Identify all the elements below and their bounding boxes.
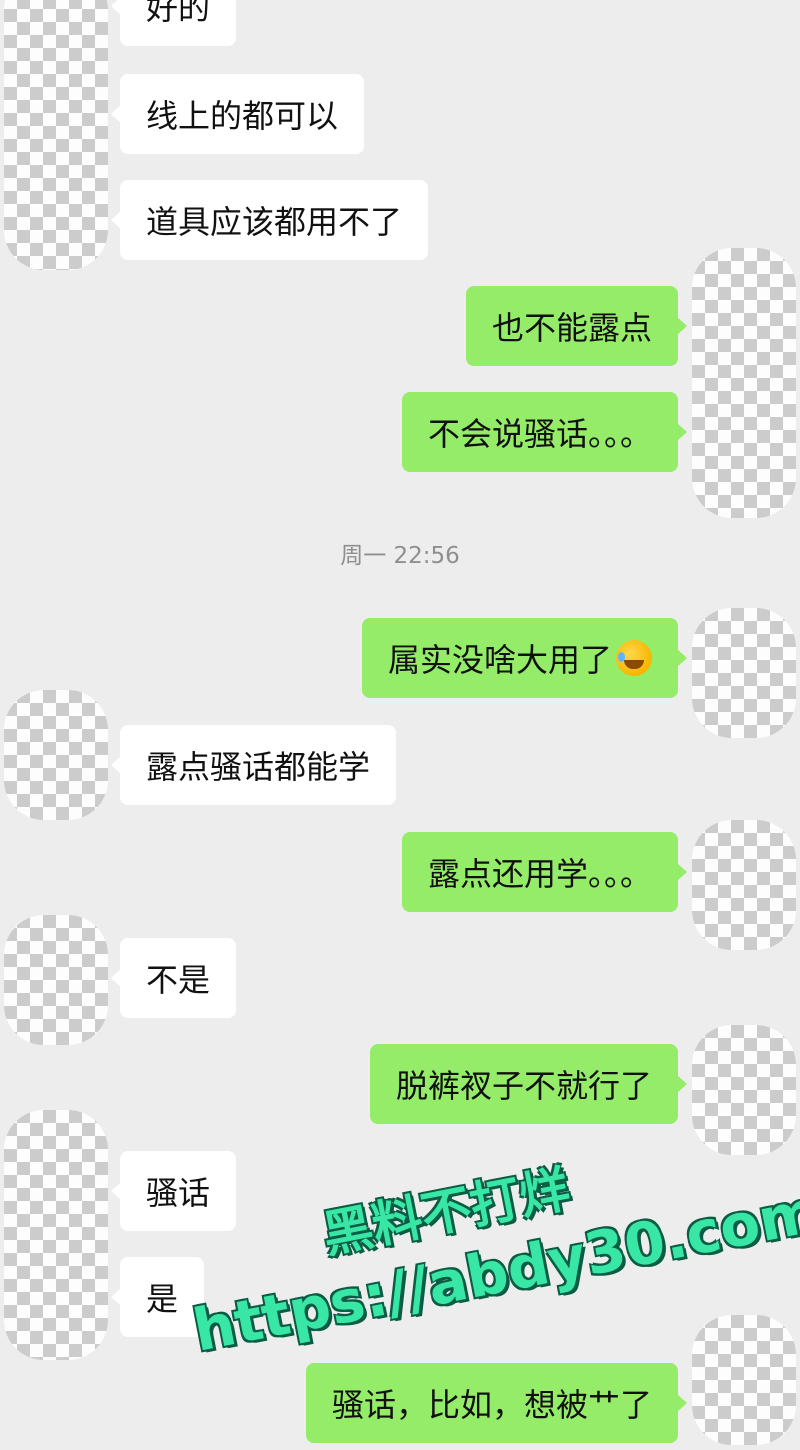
message-text: 骚话 (146, 1174, 211, 1212)
contact-avatar[interactable] (4, 915, 108, 1045)
message-text: 露点骚话都能学 (146, 748, 371, 786)
outgoing-message-bubble[interactable]: 属实没啥大用了 (361, 618, 688, 698)
incoming-message-bubble[interactable]: 不是 (110, 938, 237, 1018)
own-avatar[interactable] (692, 248, 796, 518)
incoming-message-bubble[interactable]: 线上的都可以 (110, 74, 365, 154)
outgoing-message-bubble[interactable]: 也不能露点 (465, 286, 688, 366)
chat-view: 好的 线上的都可以 道具应该都用不了 也不能露点 不会说骚话。。。 周一 22:… (0, 0, 800, 1445)
own-avatar[interactable] (692, 608, 796, 738)
laughing-crying-emoji-icon (616, 640, 652, 676)
message-text: 不会说骚话。。。 (427, 415, 652, 453)
message-text: 线上的都可以 (146, 97, 339, 135)
message-text: 脱裤衩子不就行了 (395, 1067, 652, 1105)
incoming-message-bubble[interactable]: 露点骚话都能学 (110, 725, 397, 805)
outgoing-message-bubble[interactable]: 露点还用学。。。 (401, 832, 688, 912)
outgoing-message-bubble[interactable]: 不会说骚话。。。 (401, 392, 688, 472)
outgoing-message-bubble[interactable]: 脱裤衩子不就行了 (369, 1044, 688, 1124)
incoming-message-bubble[interactable]: 道具应该都用不了 (110, 180, 429, 260)
message-text: 露点还用学。。。 (427, 855, 652, 893)
contact-avatar[interactable] (4, 690, 108, 820)
message-text: 道具应该都用不了 (146, 203, 403, 241)
message-text: 是 (146, 1280, 179, 1318)
message-timestamp: 周一 22:56 (340, 543, 460, 569)
contact-avatar[interactable] (4, 1110, 108, 1360)
own-avatar[interactable] (692, 820, 796, 950)
contact-avatar[interactable] (4, 0, 108, 270)
message-text: 不是 (146, 961, 211, 999)
incoming-message-bubble[interactable]: 好的 (110, 0, 237, 46)
message-text: 也不能露点 (491, 309, 652, 347)
message-text: 属实没啥大用了 (387, 641, 612, 679)
message-text: 好的 (146, 0, 211, 27)
